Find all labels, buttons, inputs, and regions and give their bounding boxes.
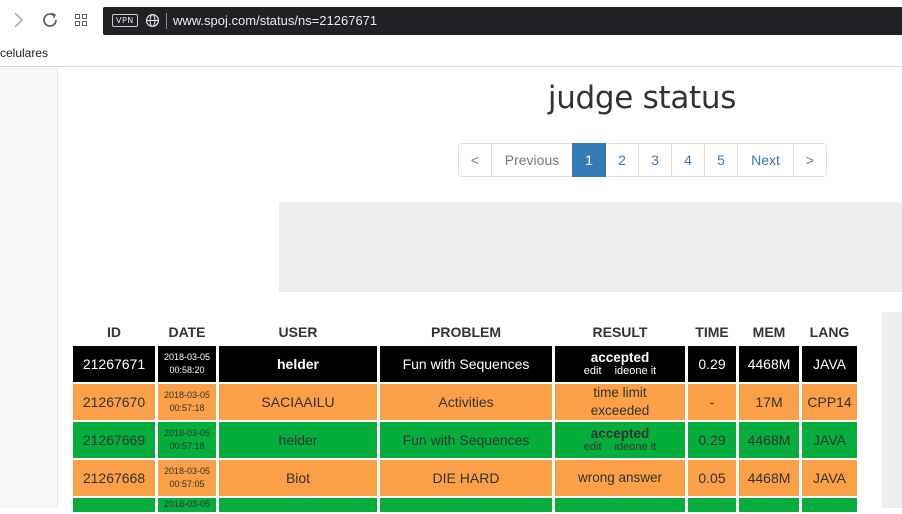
submission-time: -: [688, 384, 736, 420]
submission-lang: CPP14: [802, 384, 857, 420]
pagination-last[interactable]: >: [793, 143, 827, 177]
time-of-day-text: 00:57:18: [169, 403, 205, 413]
table-row: 21267669 2018-03-05 00:57:18 helder Fun …: [73, 422, 857, 458]
submission-lang: JAVA: [802, 422, 857, 458]
submission-problem[interactable]: Fun with Sequences: [380, 346, 552, 382]
date-text: 2018-03-05: [163, 428, 211, 438]
reload-icon[interactable]: [38, 8, 62, 32]
bookmarks-bar: celulares: [0, 40, 902, 67]
header-date[interactable]: DATE: [158, 320, 216, 344]
result-text: wrong answer: [577, 470, 663, 485]
submission-result: accepted edit ideone it: [555, 422, 685, 458]
submission-result: wrong answer: [555, 460, 685, 496]
pagination-next[interactable]: Next: [737, 143, 794, 177]
globe-icon: [145, 13, 160, 28]
url-text[interactable]: www.spoj.com/status/ns=21267671: [173, 13, 377, 29]
pagination-page-4[interactable]: 4: [671, 143, 705, 177]
submission-lang: JAVA: [802, 346, 857, 382]
header-problem[interactable]: PROBLEM: [380, 320, 552, 344]
submission-lang: JAVA: [802, 460, 857, 496]
table-row: 21267670 2018-03-05 00:57:18 SACIAAILU A…: [73, 384, 857, 420]
apps-grid-icon[interactable]: [70, 8, 94, 32]
result-text-line2: exceeded: [590, 403, 650, 418]
header-mem[interactable]: MEM: [739, 320, 799, 344]
submission-time: 0.29: [688, 346, 736, 382]
table-row: 2018-03-05: [73, 498, 857, 512]
submission-id[interactable]: 21267671: [73, 346, 155, 382]
url-separator: [166, 13, 167, 29]
submission-problem[interactable]: DIE HARD: [380, 460, 552, 496]
submission-date: 2018-03-05 00:57:05: [158, 460, 216, 496]
submission-date: 2018-03-05 00:57:18: [158, 384, 216, 420]
table-row: 21267668 2018-03-05 00:57:05 Biot DIE HA…: [73, 460, 857, 496]
submission-mem: 4468M: [739, 346, 799, 382]
pagination-page-1[interactable]: 1: [572, 143, 606, 177]
pagination-page-5[interactable]: 5: [704, 143, 738, 177]
date-text: 2018-03-05: [163, 466, 211, 476]
submission-user[interactable]: helder: [219, 422, 377, 458]
submission-id[interactable]: 21267668: [73, 460, 155, 496]
chevron-right-icon[interactable]: [6, 8, 30, 32]
submission-date: 2018-03-05 00:58:20: [158, 346, 216, 382]
result-text: accepted: [590, 350, 650, 365]
submission-time: 0.05: [688, 460, 736, 496]
submission-time: [688, 498, 736, 512]
address-bar[interactable]: VPN www.spoj.com/status/ns=21267671: [103, 7, 902, 35]
left-sidebar: [0, 68, 58, 508]
time-of-day-text: 00:57:05: [169, 479, 205, 489]
pagination-previous[interactable]: Previous: [491, 143, 573, 177]
header-result[interactable]: RESULT: [555, 320, 685, 344]
submission-mem: [739, 498, 799, 512]
submission-id[interactable]: 21267669: [73, 422, 155, 458]
submission-mem: 4468M: [739, 460, 799, 496]
date-text: 2018-03-05: [163, 390, 211, 400]
header-id[interactable]: ID: [73, 320, 155, 344]
browser-toolbar: VPN www.spoj.com/status/ns=21267671: [0, 0, 902, 40]
table-header-row: ID DATE USER PROBLEM RESULT TIME MEM LAN…: [73, 320, 857, 344]
submission-user[interactable]: Biot: [219, 460, 377, 496]
edit-link[interactable]: edit: [584, 365, 602, 377]
page-title: judge status: [547, 80, 737, 116]
submission-mem: 4468M: [739, 422, 799, 458]
submission-date: 2018-03-05: [158, 498, 216, 512]
time-of-day-text: 00:57:18: [169, 441, 205, 451]
right-sidebar: [882, 312, 902, 508]
pagination-first[interactable]: <: [458, 143, 492, 177]
submission-date: 2018-03-05 00:57:18: [158, 422, 216, 458]
submission-problem[interactable]: [380, 498, 552, 512]
ideone-link[interactable]: ideone it: [615, 365, 657, 377]
submission-problem[interactable]: Activities: [380, 384, 552, 420]
table-row: 21267671 2018-03-05 00:58:20 helder Fun …: [73, 346, 857, 382]
pagination-page-2[interactable]: 2: [605, 143, 639, 177]
time-of-day-text: 00:58:20: [169, 365, 205, 375]
result-text: accepted: [590, 426, 650, 441]
status-table: ID DATE USER PROBLEM RESULT TIME MEM LAN…: [70, 318, 860, 514]
submission-user[interactable]: SACIAAILU: [219, 384, 377, 420]
ideone-link[interactable]: ideone it: [615, 441, 657, 453]
bookmark-celulares[interactable]: celulares: [0, 46, 48, 60]
header-time[interactable]: TIME: [688, 320, 736, 344]
submission-problem[interactable]: Fun with Sequences: [380, 422, 552, 458]
date-text: 2018-03-05: [163, 352, 211, 362]
submission-result: accepted edit ideone it: [555, 346, 685, 382]
edit-link[interactable]: edit: [584, 441, 602, 453]
submission-user[interactable]: helder: [219, 346, 377, 382]
pagination-page-3[interactable]: 3: [638, 143, 672, 177]
header-lang[interactable]: LANG: [802, 320, 857, 344]
submission-result: [555, 498, 685, 512]
submission-id[interactable]: [73, 498, 155, 512]
ad-placeholder: [279, 202, 902, 292]
submission-mem: 17M: [739, 384, 799, 420]
submission-id[interactable]: 21267670: [73, 384, 155, 420]
submission-time: 0.29: [688, 422, 736, 458]
submission-result: time limit exceeded: [555, 384, 685, 420]
submission-user[interactable]: [219, 498, 377, 512]
submission-lang: [802, 498, 857, 512]
vpn-badge[interactable]: VPN: [112, 14, 138, 27]
header-user[interactable]: USER: [219, 320, 377, 344]
pagination: < Previous 1 2 3 4 5 Next >: [458, 143, 827, 177]
result-text-line1: time limit: [593, 385, 647, 400]
